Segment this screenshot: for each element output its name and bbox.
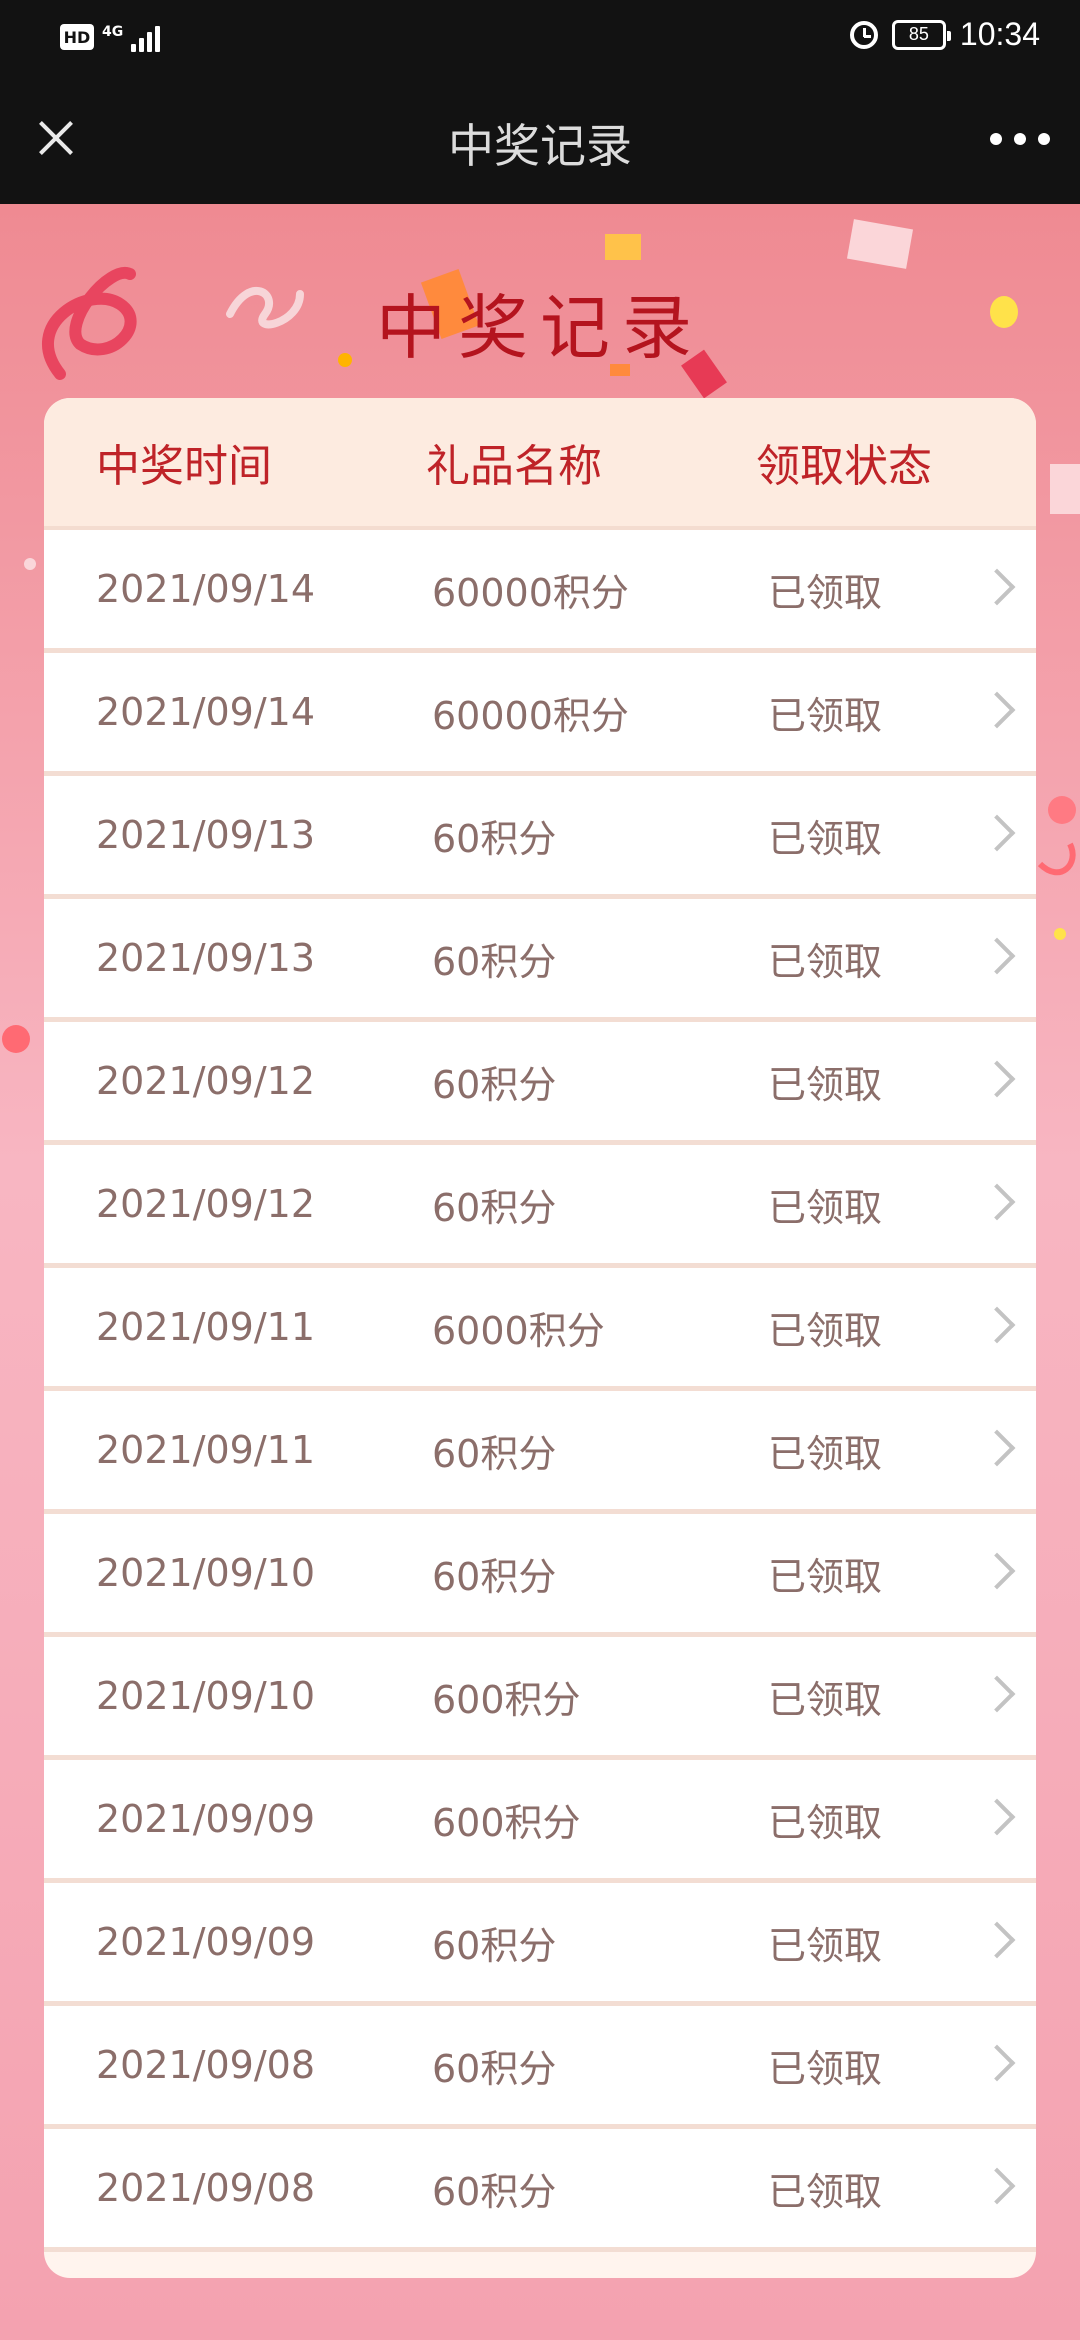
signal-icon [131, 22, 161, 52]
row-status: 已领取 [768, 1062, 883, 1107]
row-date: 2021/09/08 [96, 2166, 316, 2210]
row-prize: 60积分 [432, 2046, 557, 2091]
row-prize: 60积分 [432, 939, 557, 984]
row-status: 已领取 [768, 2169, 883, 2214]
header-date: 中奖时间 [96, 441, 272, 492]
row-date: 2021/09/11 [96, 1305, 316, 1349]
table-row[interactable]: 2021/09/09 600积分 已领取 [44, 1760, 1036, 1883]
row-prize: 60积分 [432, 1431, 557, 1476]
row-date: 2021/09/12 [96, 1182, 316, 1226]
nav-title: 中奖记录 [448, 119, 632, 173]
status-bar: HD 4G 85 10:34 [0, 0, 1080, 74]
row-status: 已领取 [768, 693, 883, 738]
network-type-label: 4G [102, 24, 124, 40]
row-prize: 600积分 [432, 1800, 581, 1845]
battery-icon: 85 [891, 19, 951, 50]
row-date: 2021/09/11 [96, 1428, 316, 1472]
row-date: 2021/09/14 [96, 690, 316, 734]
table-row[interactable]: 2021/09/10 60积分 已领取 [44, 1514, 1036, 1637]
row-status: 已领取 [768, 1554, 883, 1599]
row-date: 2021/09/09 [96, 1797, 316, 1841]
row-date: 2021/09/14 [96, 567, 316, 611]
row-status: 已领取 [768, 1308, 883, 1353]
battery-level: 85 [908, 24, 929, 44]
clock: 10:34 [959, 16, 1040, 52]
table-row[interactable]: 2021/09/09 60积分 已领取 [44, 1883, 1036, 2006]
page-title: 中奖记录 [376, 287, 704, 369]
row-status: 已领取 [768, 1677, 883, 1722]
header-prize: 礼品名称 [426, 441, 602, 492]
row-status: 已领取 [768, 1923, 883, 1968]
row-prize: 60积分 [432, 816, 557, 861]
row-prize: 6000积分 [432, 1308, 605, 1353]
row-status: 已领取 [768, 816, 883, 861]
row-status: 已领取 [768, 570, 883, 615]
row-date: 2021/09/13 [96, 813, 316, 857]
status-left: HD 4G [60, 22, 161, 52]
row-prize: 60积分 [432, 1554, 557, 1599]
table-row[interactable]: 2021/09/08 60积分 已领取 [44, 2129, 1036, 2252]
header-status: 领取状态 [756, 441, 932, 492]
row-prize: 60000积分 [432, 693, 629, 738]
row-status: 已领取 [768, 1185, 883, 1230]
row-prize: 60积分 [432, 1923, 557, 1968]
table-row[interactable]: 2021/09/11 60积分 已领取 [44, 1391, 1036, 1514]
table-row[interactable]: 2021/09/13 60积分 已领取 [44, 899, 1036, 1022]
table-row[interactable]: 2021/09/13 60积分 已领取 [44, 776, 1036, 899]
content-area: 中奖记录 中奖时间 礼品名称 领取状态 2021/09/14 60000积分 已… [0, 204, 1080, 2340]
row-date: 2021/09/10 [96, 1551, 316, 1595]
row-prize: 60000积分 [432, 570, 629, 615]
row-prize: 60积分 [432, 1062, 557, 1107]
table-row[interactable]: 2021/09/08 60积分 已领取 [44, 2006, 1036, 2129]
table-row[interactable]: 2021/09/12 60积分 已领取 [44, 1022, 1036, 1145]
alarm-icon [849, 20, 878, 49]
status-right: 85 10:34 [849, 16, 1040, 53]
row-prize: 60积分 [432, 2169, 557, 2214]
row-status: 已领取 [768, 2046, 883, 2091]
records-card: 中奖时间 礼品名称 领取状态 2021/09/14 60000积分 已领取 20… [44, 398, 1036, 2278]
row-date: 2021/09/10 [96, 1674, 316, 1718]
table-row[interactable]: 2021/09/12 60积分 已领取 [44, 1145, 1036, 1268]
table-row[interactable]: 2021/09/14 60000积分 已领取 [44, 530, 1036, 653]
row-status: 已领取 [768, 1431, 883, 1476]
row-prize: 60积分 [432, 1185, 557, 1230]
table-row[interactable]: 2021/09/14 60000积分 已领取 [44, 653, 1036, 776]
table-header: 中奖时间 礼品名称 领取状态 [44, 398, 1036, 530]
row-prize: 600积分 [432, 1677, 581, 1722]
nav-bar: 中奖记录 [0, 74, 1080, 204]
more-icon[interactable] [990, 124, 1050, 154]
row-status: 已领取 [768, 1800, 883, 1845]
row-date: 2021/09/13 [96, 936, 316, 980]
table-row[interactable]: 2021/09/10 600积分 已领取 [44, 1637, 1036, 1760]
row-status: 已领取 [768, 939, 883, 984]
row-date: 2021/09/12 [96, 1059, 316, 1103]
table-row[interactable]: 2021/09/11 6000积分 已领取 [44, 1268, 1036, 1391]
hd-icon: HD [60, 24, 94, 50]
row-date: 2021/09/09 [96, 1920, 316, 1964]
row-date: 2021/09/08 [96, 2043, 316, 2087]
